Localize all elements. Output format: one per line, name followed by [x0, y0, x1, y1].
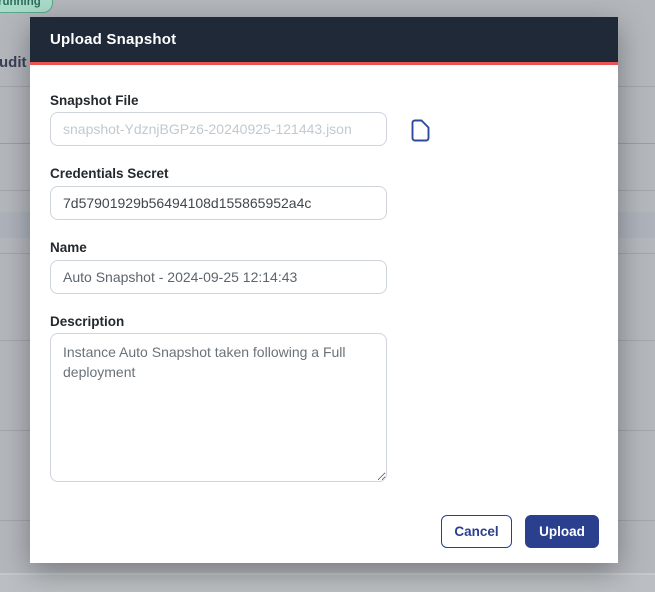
cancel-button[interactable]: Cancel [441, 515, 512, 548]
upload-snapshot-dialog: Upload Snapshot Snapshot File Credential… [30, 17, 618, 563]
name-input[interactable] [50, 260, 387, 294]
snapshot-file-label: Snapshot File [50, 93, 139, 108]
dialog-header: Upload Snapshot [30, 17, 618, 62]
file-icon [411, 119, 429, 141]
snapshot-file-input[interactable] [50, 112, 387, 146]
page-footer-strip [0, 573, 655, 592]
credentials-secret-label: Credentials Secret [50, 166, 169, 181]
credentials-secret-input[interactable] [50, 186, 387, 220]
description-label: Description [50, 314, 125, 329]
name-label: Name [50, 240, 87, 255]
description-textarea[interactable]: Instance Auto Snapshot taken following a… [50, 333, 387, 482]
dialog-accent-line [30, 62, 618, 65]
dialog-title: Upload Snapshot [50, 31, 177, 48]
file-picker-button[interactable] [406, 116, 434, 144]
status-badge: running [0, 0, 53, 13]
upload-button[interactable]: Upload [525, 515, 599, 548]
